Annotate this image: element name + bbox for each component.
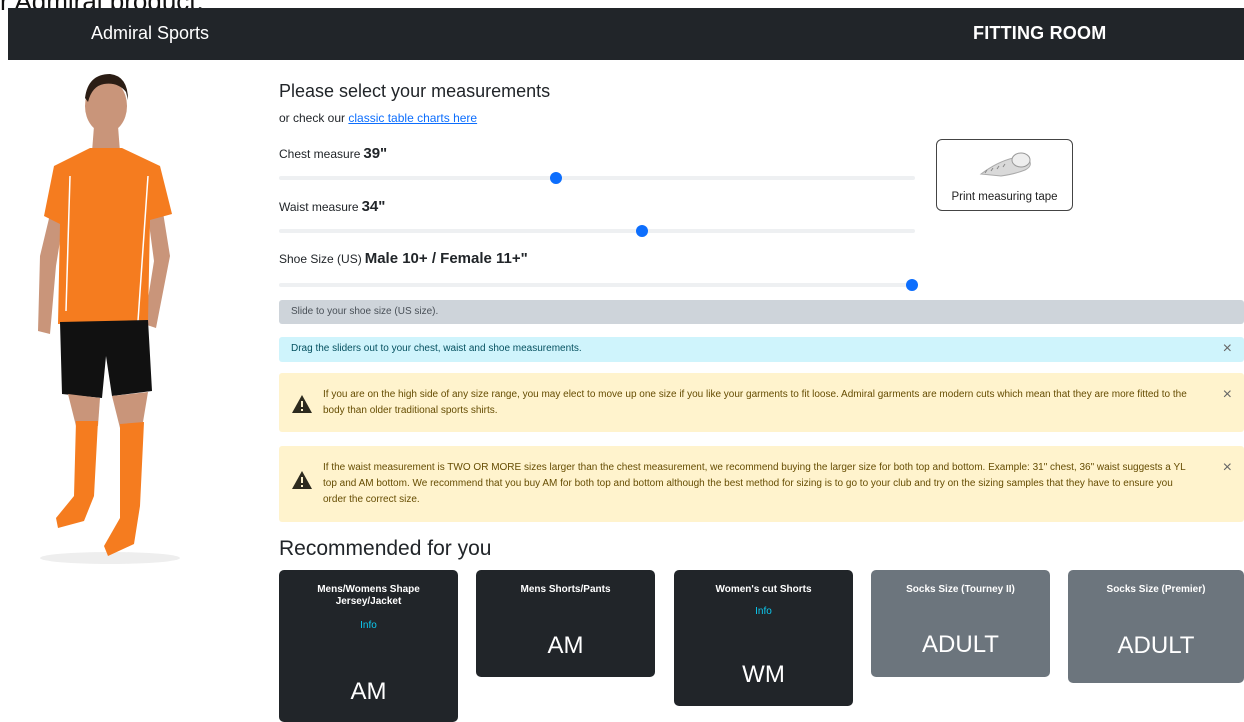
card-size: ADULT: [922, 631, 999, 658]
waist-label-text: Waist measure: [279, 200, 359, 214]
chart-link-line: or check our classic table charts here: [279, 111, 477, 125]
info-alert: Drag the sliders out to your chest, wais…: [279, 337, 1244, 362]
warning-waist-text: If the waist measurement is TWO OR MORE …: [323, 462, 1186, 505]
brand-link[interactable]: Admiral Sports: [91, 23, 209, 44]
close-icon[interactable]: ×: [1223, 387, 1232, 403]
close-icon[interactable]: ×: [1223, 341, 1232, 357]
chart-link-prefix: or check our: [279, 111, 349, 125]
measuring-tape-icon: [979, 152, 1031, 177]
chest-label-text: Chest measure: [279, 147, 361, 161]
recommendation-card-socks-tourney[interactable]: Socks Size (Tourney II) ADULT: [871, 570, 1050, 677]
card-size: AM: [547, 632, 584, 659]
recommendation-card-socks-premier[interactable]: Socks Size (Premier) ADULT: [1068, 570, 1244, 683]
card-title: Mens/Womens Shape Jersey/Jacket: [317, 584, 420, 607]
chest-value: 39": [363, 145, 388, 162]
card-size: AM: [350, 678, 387, 705]
recommendation-card-jersey[interactable]: Mens/Womens Shape Jersey/Jacket Info AM: [279, 570, 458, 722]
waist-slider[interactable]: [279, 225, 915, 237]
card-title: Mens Shorts/Pants: [520, 584, 611, 595]
warning-icon: [292, 471, 312, 489]
card-size: ADULT: [1117, 632, 1195, 659]
card-title: Socks Size (Premier): [1106, 584, 1206, 595]
card-title: Women's cut Shorts: [715, 584, 812, 595]
print-button-label: Print measuring tape: [951, 191, 1058, 203]
card-size: WM: [742, 661, 785, 688]
info-alert-text: Drag the sliders out to your chest, wais…: [291, 343, 582, 354]
chest-slider[interactable]: [279, 172, 915, 184]
classic-table-charts-link[interactable]: classic table charts here: [348, 111, 477, 125]
shoe-label-text: Shoe Size (US): [279, 252, 362, 266]
recommended-heading: Recommended for you: [279, 537, 492, 560]
print-measuring-tape-button[interactable]: Print measuring tape: [936, 139, 1073, 211]
shoe-value: Male 10+ / Female 11+": [364, 250, 528, 267]
recommendation-card-womens-shorts[interactable]: Women's cut Shorts Info WM: [674, 570, 853, 706]
shorts: [60, 320, 152, 398]
fitting-room-link[interactable]: FITTING ROOM: [973, 23, 1106, 44]
player-model-image: [38, 74, 180, 564]
shoe-slider-thumb[interactable]: [905, 279, 918, 291]
card-title: Socks Size (Tourney II): [906, 584, 1015, 595]
shoe-slider[interactable]: [279, 279, 918, 291]
waist-slider-thumb[interactable]: [635, 225, 648, 237]
warning-icon: [292, 395, 312, 413]
navbar: Admiral Sports FITTING ROOM: [8, 8, 1244, 60]
waist-measure-label: Waist measure 34": [279, 198, 385, 215]
chest-measure-label: Chest measure 39": [279, 145, 387, 162]
page-title: Please select your measurements: [279, 81, 551, 101]
warning-alert-fit: If you are on the high side of any size …: [279, 373, 1244, 432]
waist-value: 34": [361, 198, 386, 215]
card-info-link[interactable]: Info: [279, 620, 458, 631]
warning-fit-text: If you are on the high side of any size …: [323, 389, 1187, 416]
chest-slider-thumb[interactable]: [549, 172, 562, 184]
shoe-size-hint: Slide to your shoe size (US size).: [279, 300, 1244, 324]
shoe-size-label: Shoe Size (US) Male 10+ / Female 11+": [279, 250, 528, 267]
warning-alert-waist: If the waist measurement is TWO OR MORE …: [279, 446, 1244, 522]
right-sock: [104, 422, 144, 556]
close-icon[interactable]: ×: [1223, 460, 1232, 476]
recommendation-card-shorts[interactable]: Mens Shorts/Pants AM: [476, 570, 655, 677]
left-sock: [56, 421, 98, 528]
card-info-link[interactable]: Info: [674, 606, 853, 617]
